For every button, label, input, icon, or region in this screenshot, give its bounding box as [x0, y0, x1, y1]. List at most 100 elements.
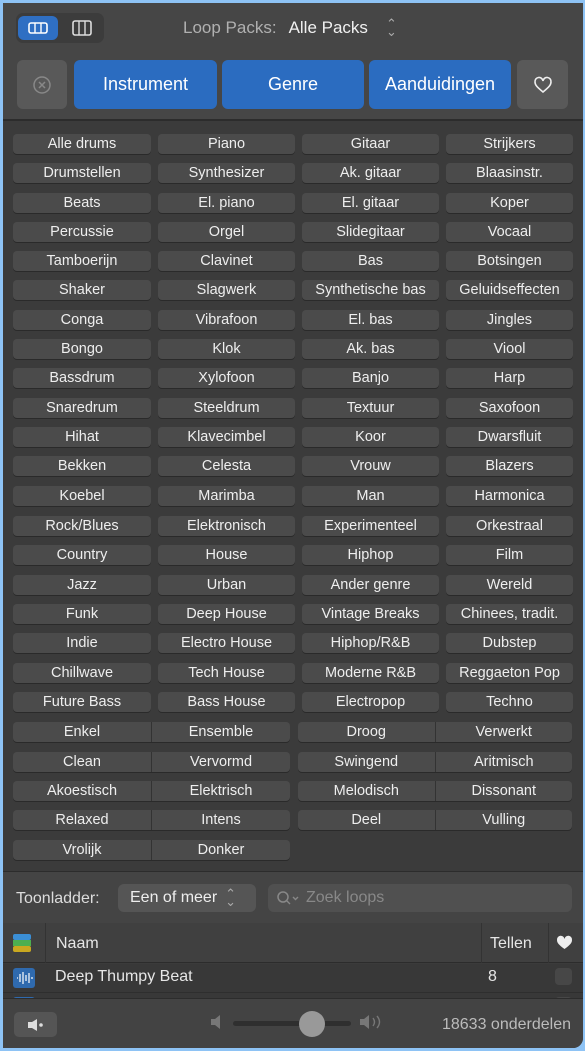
keyword-button[interactable]: Deep House	[158, 603, 295, 624]
keyword-button[interactable]: Vrolijk	[13, 840, 151, 860]
keyword-button[interactable]: Aritmisch	[434, 751, 573, 772]
keyword-button[interactable]: Gitaar	[302, 134, 439, 154]
keyword-button[interactable]: Bas	[302, 251, 439, 272]
keyword-button[interactable]: Electro House	[158, 633, 295, 654]
column-view-icon[interactable]	[62, 16, 102, 40]
keyword-button[interactable]: Film	[446, 545, 573, 566]
keyword-button[interactable]: Viool	[446, 339, 573, 360]
keyword-button[interactable]: Synthesizer	[158, 163, 295, 184]
keyword-button[interactable]: Elektronisch	[158, 516, 295, 537]
keyword-button[interactable]: Vintage Breaks	[302, 603, 439, 624]
search-input[interactable]: Zoek loops	[268, 884, 572, 912]
heart-icon[interactable]	[556, 935, 573, 950]
keyword-button[interactable]: Bekken	[13, 456, 151, 477]
keyword-button[interactable]: Clean	[13, 752, 151, 772]
keyword-button[interactable]: Reggaeton Pop	[446, 662, 573, 683]
keyword-button[interactable]: Electropop	[302, 691, 439, 712]
clear-button[interactable]	[17, 60, 67, 109]
keyword-button[interactable]: Harp	[446, 368, 573, 389]
keyword-button[interactable]: Vocaal	[446, 221, 573, 242]
keyword-button[interactable]: Hiphop	[302, 545, 439, 566]
keyword-button[interactable]: Vulling	[434, 810, 573, 831]
keyword-button[interactable]: Drumstellen	[13, 163, 151, 184]
loop-packs-selector[interactable]: Loop Packs: Alle Packs ⌃ ⌄	[183, 17, 397, 38]
keyword-button[interactable]: Koor	[302, 426, 439, 447]
keyword-button[interactable]: Botsingen	[446, 251, 573, 272]
keyword-button[interactable]: El. piano	[158, 192, 295, 213]
keyword-button[interactable]: Rock/Blues	[13, 516, 151, 537]
keyword-button[interactable]: Relaxed	[13, 810, 151, 830]
keyword-button[interactable]: Ander genre	[302, 574, 439, 595]
keyword-button[interactable]: Ensemble	[151, 722, 290, 743]
keyword-button[interactable]: Swingend	[298, 752, 435, 772]
keyword-button[interactable]: Strijkers	[446, 134, 573, 154]
keyword-button[interactable]: Droog	[298, 722, 435, 742]
keyword-button[interactable]: Saxofoon	[446, 397, 573, 418]
keyword-button[interactable]: Chillwave	[13, 662, 151, 683]
keyword-button[interactable]: Celesta	[158, 456, 295, 477]
keyword-button[interactable]: Chinees, tradit.	[446, 603, 573, 624]
keyword-button[interactable]: Dissonant	[434, 780, 573, 801]
keyword-button[interactable]: Ak. gitaar	[302, 163, 439, 184]
keyword-button[interactable]: Blaasinstr.	[446, 163, 573, 184]
column-name[interactable]: Naam	[56, 935, 99, 953]
keyword-button[interactable]: Indie	[13, 633, 151, 654]
keyword-button[interactable]: Enkel	[13, 722, 151, 742]
keyword-button[interactable]: Bassdrum	[13, 368, 151, 389]
volume-slider[interactable]	[233, 1011, 351, 1037]
keyword-button[interactable]: Synthetische bas	[302, 280, 439, 301]
keyword-button[interactable]: Future Bass	[13, 691, 151, 712]
keyword-button[interactable]: Slagwerk	[158, 280, 295, 301]
preview-speaker-button[interactable]	[14, 1012, 57, 1037]
favorites-button[interactable]	[517, 60, 568, 109]
keyword-button[interactable]: Tamboerijn	[13, 251, 151, 272]
keyword-button[interactable]: Deel	[298, 810, 435, 830]
keyword-button[interactable]: Klavecimbel	[158, 426, 295, 447]
column-beats[interactable]: Tellen	[490, 935, 532, 953]
keyword-button[interactable]: Geluidseffecten	[446, 280, 573, 301]
keyword-button[interactable]: Conga	[13, 309, 151, 330]
keyword-button[interactable]: Beats	[13, 192, 151, 213]
keyword-button[interactable]: Orkestraal	[446, 516, 573, 537]
keyword-button[interactable]: Hiphop/R&B	[302, 633, 439, 654]
keyword-button[interactable]: Donker	[151, 839, 290, 860]
volume-slider-handle[interactable]	[299, 1011, 325, 1037]
keyword-button[interactable]: Funk	[13, 603, 151, 624]
keyword-button[interactable]: Vervormd	[151, 751, 290, 772]
keyword-button[interactable]: Percussie	[13, 221, 151, 242]
keyword-button[interactable]: Steeldrum	[158, 397, 295, 418]
keyword-button[interactable]: Dubstep	[446, 633, 573, 654]
keyword-button[interactable]: Moderne R&B	[302, 662, 439, 683]
keyword-button[interactable]: Shaker	[13, 280, 151, 301]
keyword-button[interactable]: Experimenteel	[302, 516, 439, 537]
keyword-button[interactable]: Hihat	[13, 426, 151, 447]
keyword-button[interactable]: Dwarsfluit	[446, 426, 573, 447]
keyword-button[interactable]: Banjo	[302, 368, 439, 389]
keyword-button[interactable]: House	[158, 545, 295, 566]
keyword-button[interactable]: Verwerkt	[434, 722, 573, 743]
keyword-button[interactable]: Wereld	[446, 574, 573, 595]
keyword-button[interactable]: Blazers	[446, 456, 573, 477]
keyword-button[interactable]: Intens	[151, 810, 290, 831]
keyword-button[interactable]: Bongo	[13, 339, 151, 360]
keyword-button[interactable]: Slidegitaar	[302, 221, 439, 242]
keyword-button[interactable]: Klok	[158, 339, 295, 360]
keyword-button[interactable]: Snaredrum	[13, 397, 151, 418]
keyword-button[interactable]: Techno	[446, 691, 573, 712]
keyword-button[interactable]: Xylofoon	[158, 368, 295, 389]
keyword-button[interactable]: Jazz	[13, 574, 151, 595]
keyword-button[interactable]: Jingles	[446, 309, 573, 330]
keyword-button[interactable]: El. bas	[302, 309, 439, 330]
keyword-button[interactable]: Textuur	[302, 397, 439, 418]
favorite-checkbox[interactable]	[555, 968, 572, 985]
keyword-button[interactable]: Man	[302, 485, 439, 506]
tab-genre[interactable]: Genre	[222, 60, 364, 109]
tab-instrument[interactable]: Instrument	[74, 60, 217, 109]
keyword-button[interactable]: Ak. bas	[302, 339, 439, 360]
tab-aanduidingen[interactable]: Aanduidingen	[369, 60, 511, 109]
keyword-button[interactable]: Harmonica	[446, 485, 573, 506]
keyword-button[interactable]: Orgel	[158, 221, 295, 242]
keyword-button[interactable]: Marimba	[158, 485, 295, 506]
keyword-button[interactable]: Urban	[158, 574, 295, 595]
keyword-button[interactable]: Tech House	[158, 662, 295, 683]
